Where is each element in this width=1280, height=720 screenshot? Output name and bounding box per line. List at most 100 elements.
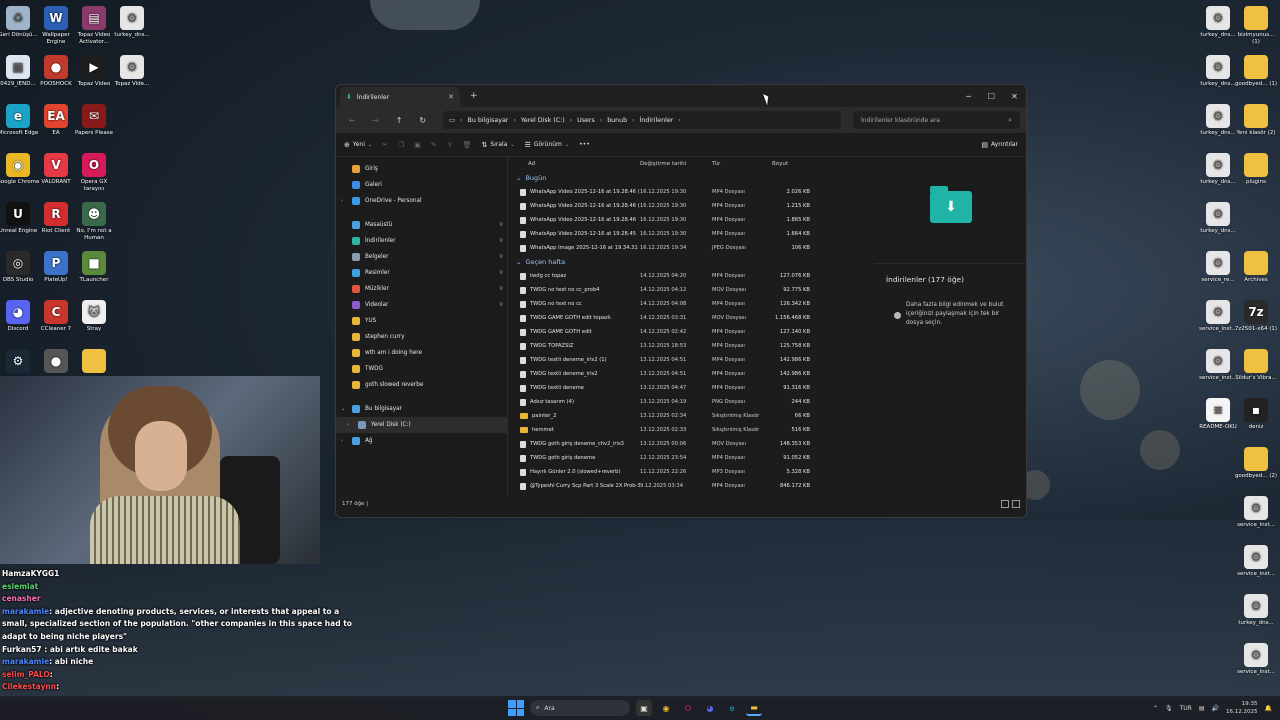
nav-item[interactable]: Belgeler ⚲: [336, 249, 507, 265]
desktop-icon[interactable]: ⚙ turkey_dns...: [109, 6, 155, 46]
chat-username[interactable]: Furkan57 : abi artık edite bakak: [2, 645, 138, 654]
file-row[interactable]: painter_2 13.12.2025 02:34 Sıkıştırılmış K…: [508, 409, 874, 423]
desktop-icon[interactable]: ⚙ service_inst...: [1233, 496, 1279, 536]
nav-item[interactable]: › Ağ: [336, 433, 507, 449]
nav-item[interactable]: stephen curry: [336, 329, 507, 345]
file-row[interactable]: WhatsApp Image 2025-12-16 at 19.34.31 16.…: [508, 241, 874, 255]
column-type[interactable]: Tür: [712, 161, 772, 167]
nav-item[interactable]: Videolar ⚲: [336, 297, 507, 313]
desktop-icon[interactable]: 7z 7z2501-x64 (1): [1233, 300, 1279, 340]
desktop-icon[interactable]: bizimyunus... (1): [1233, 6, 1279, 46]
nav-item[interactable]: YUS: [336, 313, 507, 329]
discord-icon[interactable]: ◕: [702, 700, 718, 716]
file-row[interactable]: hemmet 13.12.2025 02:33 Sıkıştırılmış Klas…: [508, 423, 874, 437]
clock[interactable]: 19:35 16.12.2025: [1226, 700, 1258, 716]
group-header[interactable]: ⌄ Bugün: [508, 171, 874, 185]
title-bar[interactable]: ⬇ İndirilenler ✕ + ─ ☐ ✕: [336, 85, 1026, 107]
tray-overflow-icon[interactable]: ⌃: [1153, 705, 1158, 712]
nav-item[interactable]: İndirilenler ⚲: [336, 233, 507, 249]
file-row[interactable]: WhatsApp Video 2025-12-16 at 19.28.46 (2…: [508, 185, 874, 199]
chat-username[interactable]: eslemlat: [2, 582, 38, 591]
chat-username[interactable]: Cilekestaynn: [2, 682, 56, 691]
delete-icon[interactable]: 🗑: [463, 141, 472, 149]
chrome-icon[interactable]: ◉: [658, 700, 674, 716]
desktop-icon[interactable]: 🐱 Stray: [71, 300, 117, 340]
nav-item[interactable]: ⌄ Bu bilgisayar: [336, 401, 507, 417]
nav-item[interactable]: › OneDrive - Personal: [336, 193, 507, 209]
tab-downloads[interactable]: ⬇ İndirilenler ✕: [340, 87, 460, 107]
nav-item[interactable]: › Yerel Disk (C:): [336, 417, 507, 433]
nav-item[interactable]: goth slowed reverbe: [336, 377, 507, 393]
desktop-icon[interactable]: ⚙ turkey_dns...: [1233, 594, 1279, 634]
desktop-icon[interactable]: ⚙ service_inst...: [1233, 545, 1279, 585]
desktop-icon[interactable]: Yeni klasör (2): [1233, 104, 1279, 144]
file-row[interactable]: WhatsApp Video 2025-12-16 at 19.28.46 16.…: [508, 213, 874, 227]
notification-icon[interactable]: 🔔: [1265, 705, 1272, 712]
tiles-view-icon[interactable]: [1012, 500, 1020, 508]
file-row[interactable]: Hayırlı Günler 2.0 (slowed+reverb) 11.12.…: [508, 465, 874, 479]
desktop-icon[interactable]: ⚙ turkey_dns...: [1195, 202, 1241, 242]
more-options-button[interactable]: •••: [579, 141, 590, 148]
file-row[interactable]: TWDG textli deneme 13.12.2025 04:47 MP4 Do…: [508, 381, 874, 395]
nav-item[interactable]: Resimler ⚲: [336, 265, 507, 281]
chat-username[interactable]: cenasher: [2, 594, 41, 603]
desktop-icon[interactable]: Archives: [1233, 251, 1279, 291]
file-row[interactable]: WhatsApp Video 2025-12-16 at 19.28.46 (1…: [508, 199, 874, 213]
volume-icon[interactable]: 🔊: [1212, 705, 1219, 712]
minimize-button[interactable]: ─: [957, 85, 980, 107]
start-button[interactable]: [508, 700, 524, 716]
task-view-icon[interactable]: ▣: [636, 700, 652, 716]
language-indicator[interactable]: TUR: [1180, 705, 1192, 712]
details-pane-button[interactable]: ▤ Ayrıntılar: [981, 141, 1018, 149]
chat-username[interactable]: selim_PALO: [2, 670, 50, 679]
network-icon[interactable]: ▤: [1199, 705, 1205, 712]
view-button[interactable]: ☰ Görünüm ⌄: [525, 141, 570, 149]
file-row[interactable]: TWDG goth giriş deneme 12.12.2025 23:54 MP…: [508, 451, 874, 465]
chevron-right-icon[interactable]: ›: [341, 198, 343, 204]
file-row[interactable]: TWDG textli deneme_iris2 (1) 13.12.2025 0…: [508, 353, 874, 367]
breadcrumb-user[interactable]: bunub: [607, 117, 627, 124]
up-button[interactable]: ↑: [389, 111, 409, 129]
microphone-icon[interactable]: 🎙: [1165, 705, 1173, 712]
forward-button[interactable]: →: [366, 111, 386, 129]
nav-item[interactable]: Galeri: [336, 177, 507, 193]
cut-icon[interactable]: ✂: [382, 141, 388, 149]
desktop-icon[interactable]: ■ TLauncher: [71, 251, 117, 291]
refresh-button[interactable]: ↻: [413, 111, 433, 129]
edge-icon[interactable]: e: [724, 700, 740, 716]
file-row[interactable]: TWDG TOPAZSIZ 13.12.2025 18:53 MP4 Dosyası…: [508, 339, 874, 353]
chevron-right-icon[interactable]: ›: [347, 422, 349, 428]
column-size[interactable]: Boyut: [772, 161, 816, 167]
address-bar[interactable]: ▭ › Bu bilgisayar › Yerel Disk (C:) › Us…: [442, 111, 841, 129]
desktop-icon[interactable]: goodbyed... (1): [1233, 55, 1279, 95]
rename-icon[interactable]: ✎: [431, 141, 437, 149]
desktop-icon[interactable]: ⚙ service_inst...: [1233, 643, 1279, 683]
nav-item[interactable]: wth am i doing here: [336, 345, 507, 361]
breadcrumb-downloads[interactable]: İndirilenler: [640, 117, 674, 124]
nav-item[interactable]: Giriş: [336, 161, 507, 177]
desktop-icon[interactable]: ▪ deniz: [1233, 398, 1279, 438]
close-button[interactable]: ✕: [1003, 85, 1026, 107]
file-row[interactable]: @Typeshi Curry Scp Part 3 Scale 2X Prob-…: [508, 479, 874, 493]
share-icon[interactable]: ⇪: [447, 141, 453, 149]
desktop-icon[interactable]: O Opera GX tarayıcı: [71, 153, 117, 193]
file-row[interactable]: TWDG goth giriş deneme_chv2_iris3 13.12.2…: [508, 437, 874, 451]
file-row[interactable]: RealAudio-155388.12.2025 21:32MP3 Dosyas…: [508, 493, 874, 495]
search-input[interactable]: İndirilenler klasöründe ara ⌕: [852, 111, 1021, 129]
nav-item[interactable]: Müzikler ⚲: [336, 281, 507, 297]
nav-item[interactable]: TWDG: [336, 361, 507, 377]
new-button[interactable]: ⊕ Yeni ⌄: [344, 141, 372, 149]
chat-username[interactable]: marakamle: [2, 657, 49, 666]
desktop-icon[interactable]: Sildur's Vibra...: [1233, 349, 1279, 389]
new-tab-button[interactable]: +: [470, 91, 478, 101]
file-row[interactable]: TWDG GAME GOTH edit 14.12.2025 02:42 MP4 D…: [508, 325, 874, 339]
file-row[interactable]: Adsız tasarım (4) 13.12.2025 04:19 PNG Dos…: [508, 395, 874, 409]
chevron-right-icon[interactable]: ›: [341, 438, 343, 444]
desktop-icon[interactable]: ⚙ Topaz Vide...: [109, 55, 155, 95]
breadcrumb-local-disk[interactable]: Yerel Disk (C:): [521, 117, 565, 124]
desktop-icon[interactable]: ☻ No, I'm not a Human: [71, 202, 117, 242]
copy-icon[interactable]: ❐: [398, 141, 404, 149]
breadcrumb-this-pc[interactable]: Bu bilgisayar: [468, 117, 509, 124]
sort-button[interactable]: ⇅ Sırala ⌄: [482, 141, 515, 149]
column-date[interactable]: Değiştirme tarihi: [640, 161, 712, 167]
